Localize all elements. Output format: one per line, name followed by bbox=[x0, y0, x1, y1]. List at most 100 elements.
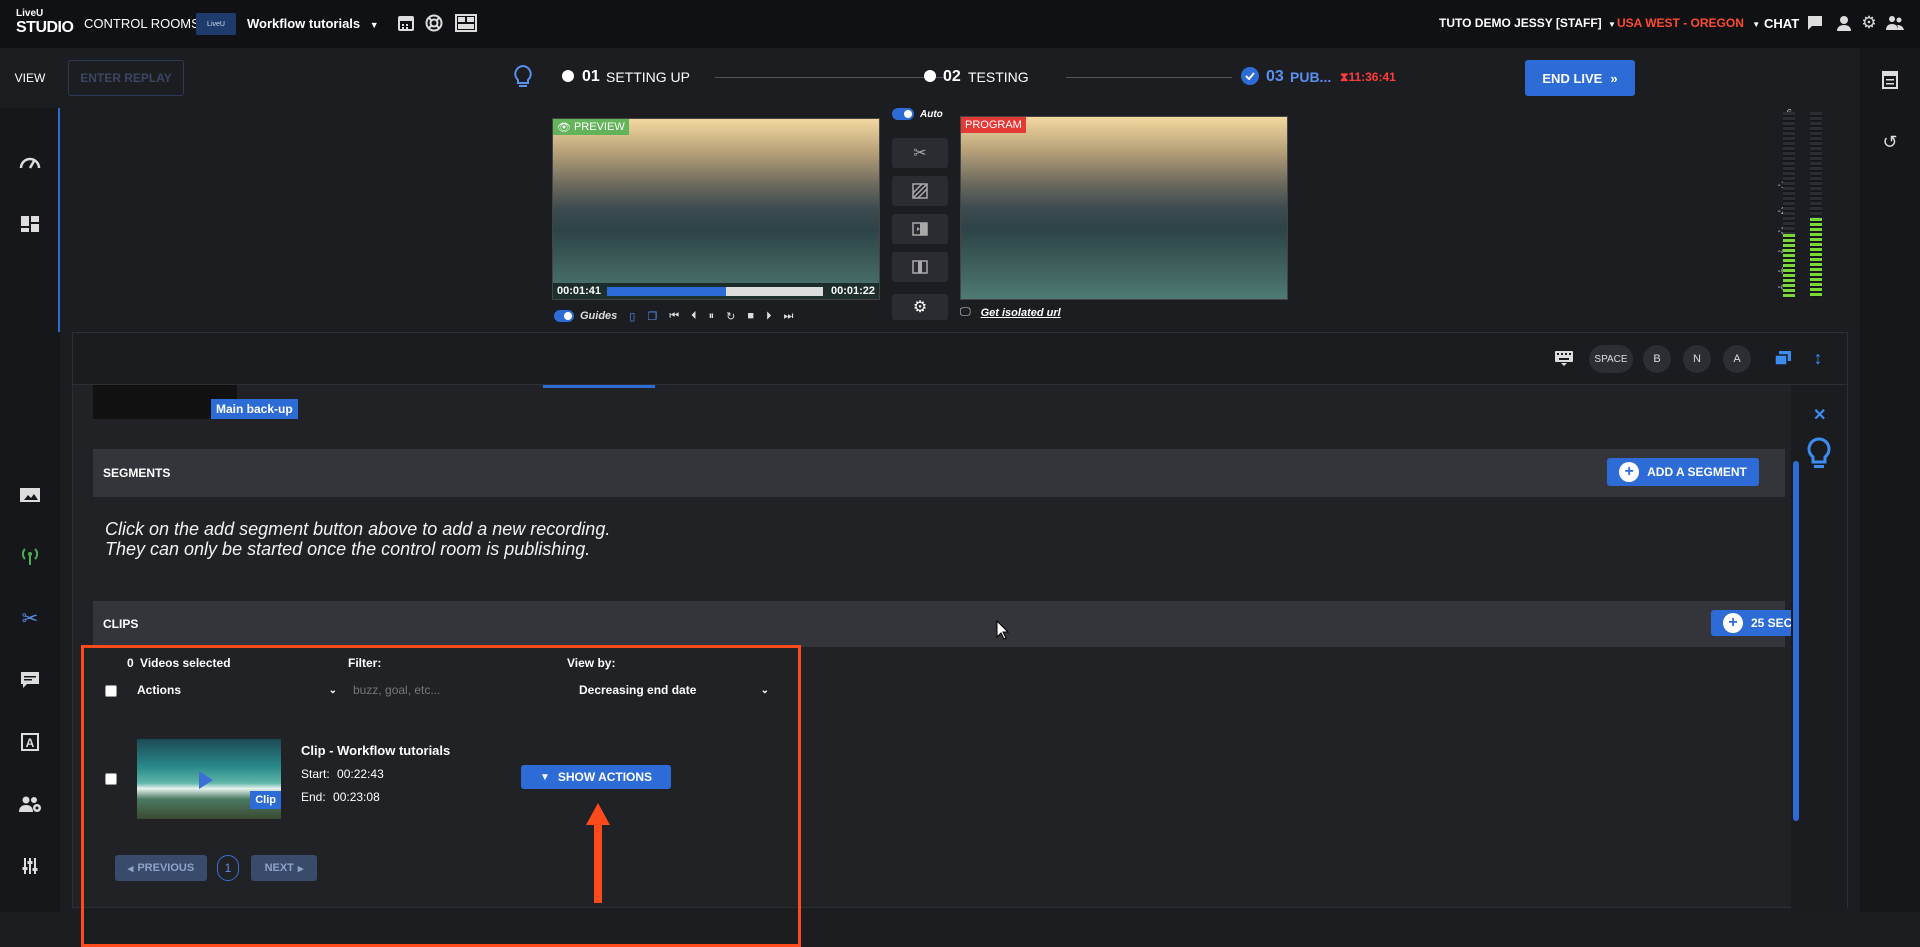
chevron-down-icon: ⌄ bbox=[760, 684, 769, 696]
stop-icon[interactable]: ■ bbox=[747, 310, 754, 322]
shortcut-space[interactable]: SPACE bbox=[1589, 345, 1633, 373]
user-name: TUTO DEMO JESSY [STAFF] bbox=[1439, 16, 1602, 30]
chevron-down-icon: ▼ bbox=[1608, 20, 1616, 29]
captions-icon[interactable] bbox=[18, 668, 42, 692]
text-overlay-icon[interactable]: A bbox=[18, 730, 42, 754]
rundown-list-icon[interactable] bbox=[1880, 70, 1900, 90]
step2-number: 02 bbox=[943, 68, 961, 85]
liveu-studio-logo[interactable]: LiveU STUDIO bbox=[16, 9, 74, 39]
shortcut-a[interactable]: A bbox=[1723, 345, 1751, 373]
keyboard-icon[interactable] bbox=[1553, 349, 1575, 367]
add-segment-label: ADD A SEGMENT bbox=[1647, 465, 1747, 479]
step2-label[interactable]: TESTING bbox=[968, 69, 1029, 85]
chat-label[interactable]: CHAT bbox=[1764, 16, 1799, 31]
clips-header: CLIPS + 25 SEC CLIP bbox=[93, 601, 1835, 647]
mobile-icon[interactable]: ▯ bbox=[629, 310, 635, 323]
page-number[interactable]: 1 bbox=[217, 855, 239, 881]
get-isolated-url-link[interactable]: Get isolated url bbox=[981, 307, 1061, 319]
view-by-label: View by: bbox=[567, 656, 616, 670]
dashboard-gauge-icon[interactable] bbox=[18, 150, 42, 174]
next-page-button[interactable]: NEXT ▸ bbox=[251, 855, 317, 881]
calendar-icon[interactable] bbox=[396, 13, 416, 33]
user-menu[interactable]: TUTO DEMO JESSY [STAFF] ▼ bbox=[1439, 16, 1616, 30]
camera-icon[interactable] bbox=[18, 483, 42, 507]
panels-icon[interactable] bbox=[18, 212, 42, 236]
previous-label: PREVIOUS bbox=[137, 862, 195, 874]
main-backup-badge: Main back-up bbox=[211, 399, 298, 419]
player-controls: Guides ▯ ❐ ⏮ ⏴ ⏸ ↻ ■ ⏵ ⏭ bbox=[554, 308, 889, 324]
clip-thumbnail[interactable]: Clip bbox=[137, 739, 281, 819]
chevron-down-icon: ⌄ bbox=[328, 684, 337, 696]
lower-panel: SPACE B N A ↕ Main back-up SEGMENTS + AD… bbox=[72, 332, 1848, 947]
antenna-icon[interactable] bbox=[18, 544, 42, 568]
select-all-checkbox[interactable] bbox=[105, 685, 117, 697]
users-icon[interactable] bbox=[1886, 14, 1904, 32]
pause-icon[interactable]: ⏸ bbox=[709, 310, 715, 323]
segments-header: SEGMENTS + ADD A SEGMENT bbox=[93, 449, 1785, 497]
close-icon[interactable]: ✕ bbox=[1813, 405, 1826, 425]
scissors-icon[interactable]: ✂ bbox=[18, 606, 42, 630]
skip-end-icon[interactable]: ⏭ bbox=[784, 310, 794, 323]
step-back-icon[interactable]: ⏴ bbox=[691, 310, 697, 323]
wipe-transition-icon[interactable] bbox=[892, 214, 948, 244]
control-rooms-link[interactable]: CONTROL ROOMS bbox=[84, 16, 200, 31]
auto-label: Auto bbox=[920, 108, 943, 120]
chevron-left-icon: ◂ bbox=[127, 862, 134, 875]
scrollbar-thumb[interactable] bbox=[1793, 461, 1799, 821]
tips-lightbulb-icon[interactable] bbox=[1807, 437, 1831, 476]
preview-progress-track[interactable] bbox=[607, 287, 823, 296]
layers-icon[interactable]: ❐ bbox=[647, 310, 657, 323]
add-segment-button[interactable]: + ADD A SEGMENT bbox=[1607, 458, 1759, 486]
guides-switch[interactable] bbox=[554, 310, 574, 322]
popout-windows-icon[interactable] bbox=[1773, 349, 1793, 367]
clip-start-label: Start: bbox=[301, 767, 330, 781]
user-icon[interactable] bbox=[1835, 14, 1853, 32]
skip-start-icon[interactable]: ⏮ bbox=[669, 310, 679, 323]
actions-dropdown[interactable]: Actions ⌄ bbox=[137, 679, 337, 701]
end-live-button[interactable]: END LIVE » bbox=[1525, 60, 1635, 96]
clip-end-value: 00:23:08 bbox=[333, 790, 380, 804]
chevron-down-icon: ▼ bbox=[369, 20, 379, 30]
filter-input[interactable]: buzz, goal, etc... bbox=[353, 679, 533, 701]
cut-transition-icon[interactable]: ✂ bbox=[892, 138, 948, 168]
shortcut-b[interactable]: B bbox=[1643, 345, 1671, 373]
double-chevron-right-icon: » bbox=[1610, 70, 1618, 86]
room-selector[interactable]: Workflow tutorials ▼ bbox=[247, 16, 379, 31]
help-lifebuoy-icon[interactable] bbox=[424, 13, 444, 33]
lightbulb-icon[interactable] bbox=[513, 64, 533, 90]
gear-icon[interactable]: ⚙ bbox=[1860, 13, 1878, 32]
auto-switch[interactable] bbox=[892, 108, 914, 120]
preview-progress-fill bbox=[607, 287, 726, 296]
stinger-transition-icon[interactable] bbox=[892, 252, 948, 282]
region-selector[interactable]: USA WEST - OREGON ▼ bbox=[1617, 16, 1760, 30]
fade-transition-icon[interactable] bbox=[892, 176, 948, 206]
play-icon[interactable] bbox=[199, 771, 213, 789]
mixer-sliders-icon[interactable] bbox=[18, 854, 42, 878]
view-tab[interactable]: VIEW bbox=[0, 48, 60, 108]
chat-icon[interactable] bbox=[1806, 14, 1824, 32]
step3-number: 03 bbox=[1266, 68, 1284, 85]
replay-icon[interactable]: ↻ bbox=[726, 310, 735, 323]
view-by-dropdown[interactable]: Decreasing end date ⌄ bbox=[579, 679, 769, 701]
show-actions-button[interactable]: ▼ SHOW ACTIONS bbox=[521, 765, 671, 789]
step1-label[interactable]: SETTING UP bbox=[606, 69, 690, 85]
auto-toggle[interactable]: Auto bbox=[892, 106, 964, 122]
preview-monitor[interactable]: 👁 PREVIEW 00:01:41 00:01:22 bbox=[552, 118, 880, 300]
step-forward-icon[interactable]: ⏵ bbox=[766, 310, 772, 323]
resize-vertical-icon[interactable]: ↕ bbox=[1811, 347, 1825, 369]
preview-scrubber[interactable]: 00:01:41 00:01:22 bbox=[553, 283, 879, 299]
preview-time-right: 00:01:22 bbox=[830, 285, 875, 297]
show-actions-label: SHOW ACTIONS bbox=[557, 770, 653, 784]
previous-page-button[interactable]: ◂ PREVIOUS bbox=[115, 855, 207, 881]
lower-panel-side: ✕ bbox=[1791, 385, 1847, 909]
transition-settings-gear-icon[interactable]: ⚙ bbox=[892, 294, 948, 320]
layout-icon[interactable] bbox=[455, 13, 477, 33]
shortcut-n[interactable]: N bbox=[1683, 345, 1711, 373]
clip-checkbox[interactable] bbox=[105, 773, 117, 785]
step3-label[interactable]: PUB... bbox=[1290, 69, 1331, 85]
team-settings-icon[interactable] bbox=[18, 792, 42, 816]
preview-video bbox=[553, 119, 879, 299]
left-sidebar: VIEW ✂ A bbox=[0, 48, 60, 912]
enter-replay-button[interactable]: ENTER REPLAY bbox=[68, 60, 184, 96]
undo-history-icon[interactable]: ↺ bbox=[1880, 132, 1900, 152]
